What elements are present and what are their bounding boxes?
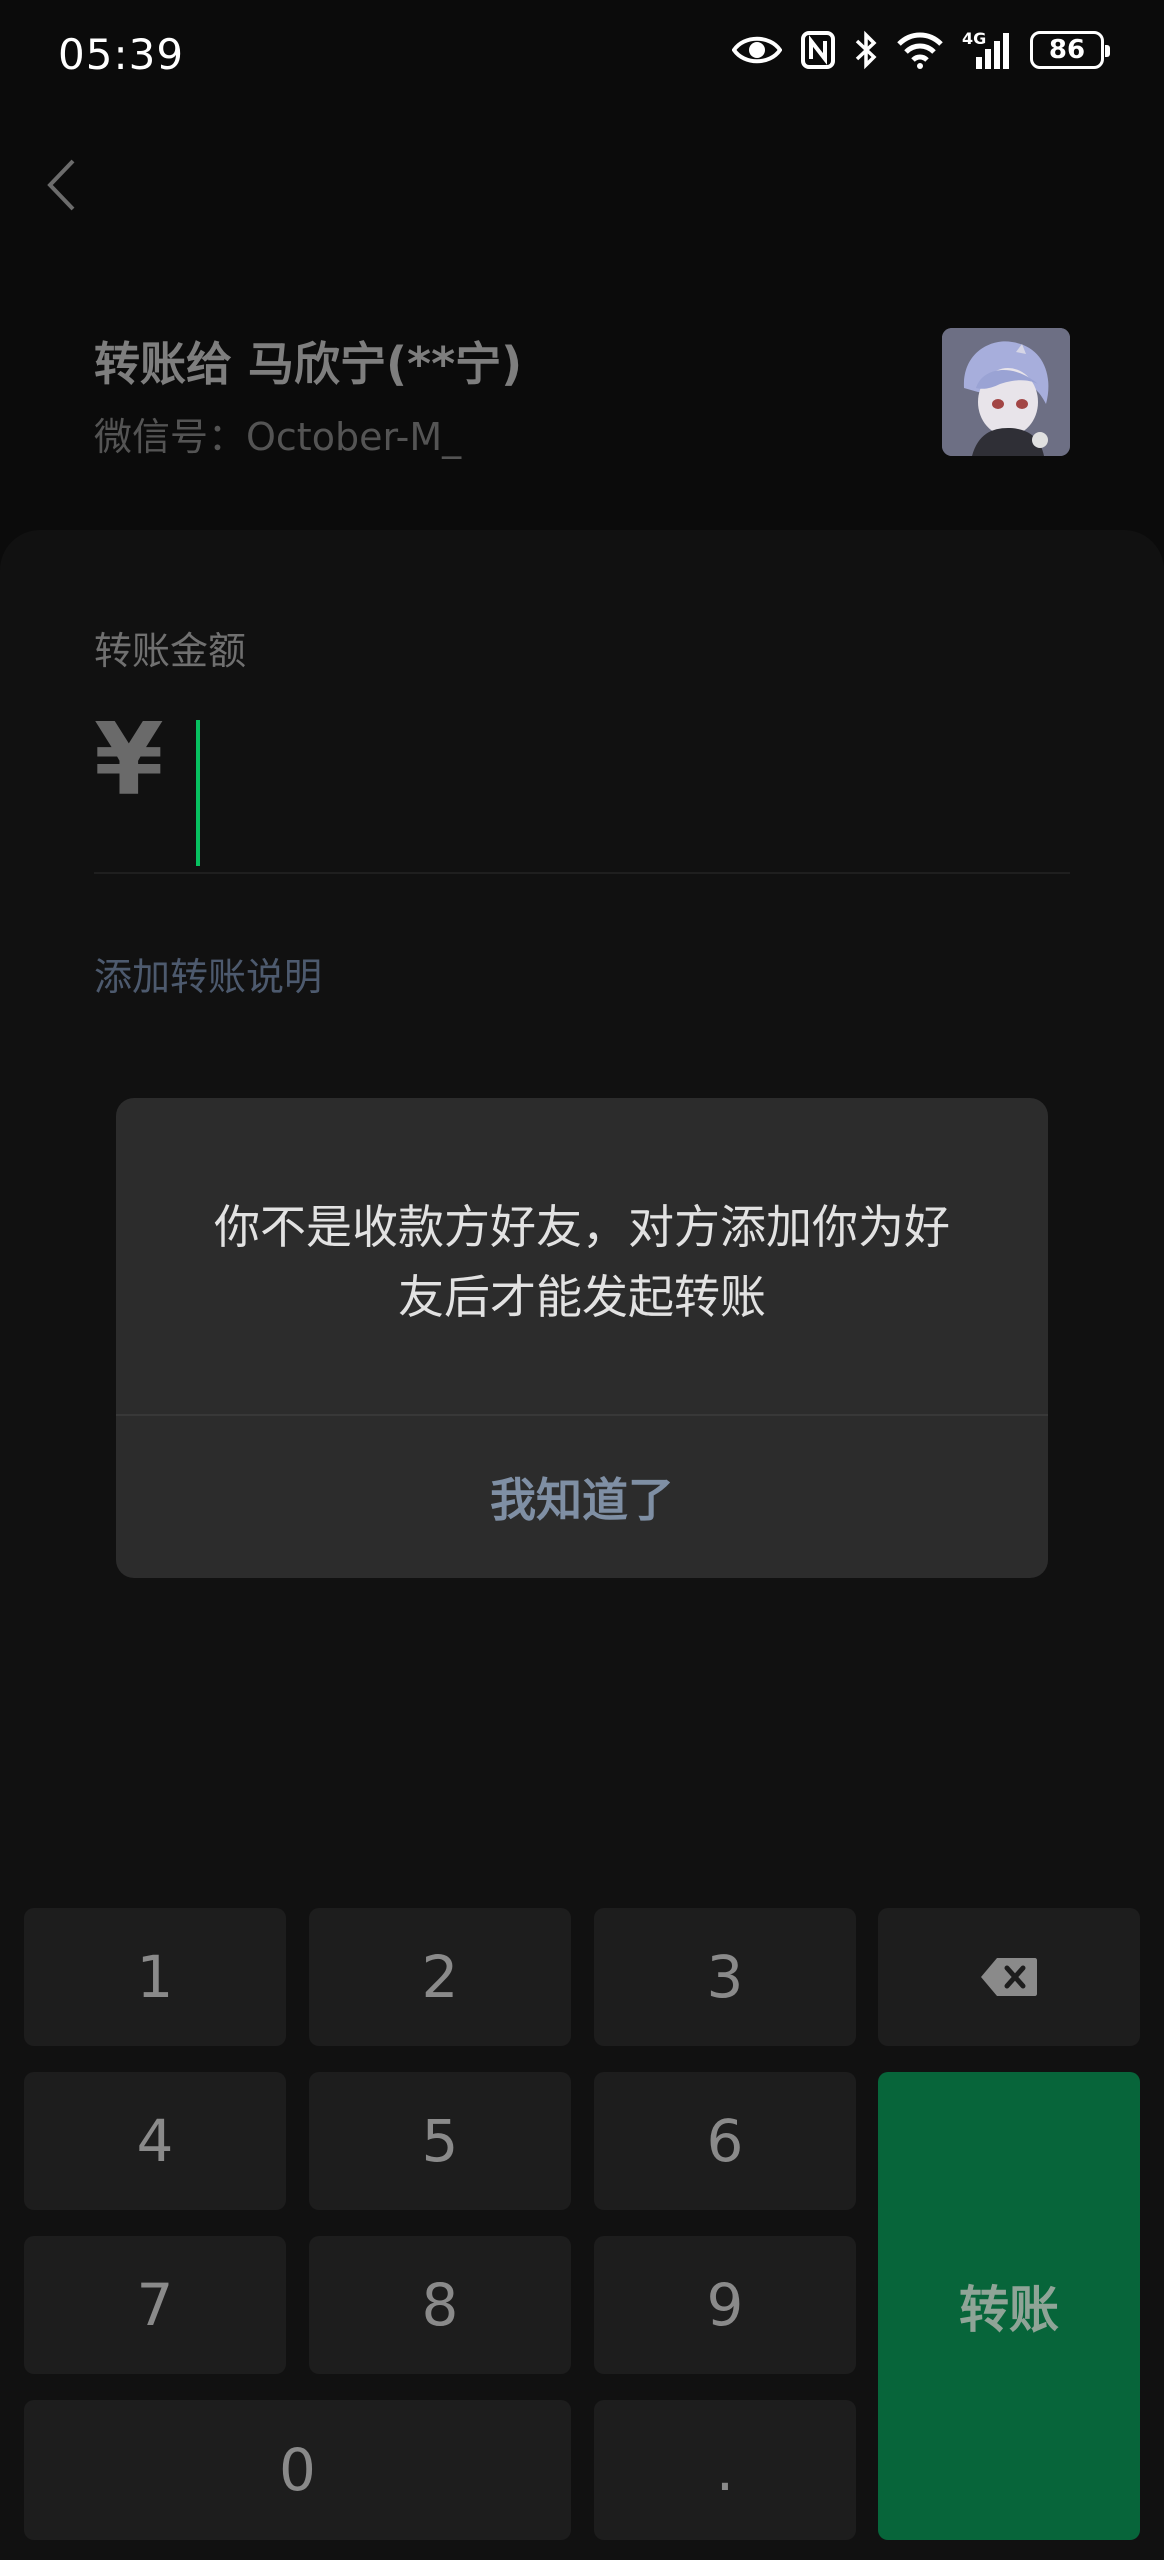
transfer-screen: 05:39 4G 86 转账给 马欣宁(**宁) 微信号：October-M_ … xyxy=(0,0,1164,2560)
chevron-left-icon xyxy=(47,159,75,211)
status-time: 05:39 xyxy=(58,30,185,79)
recipient-wechat-id: 微信号：October-M_ xyxy=(94,415,462,459)
key-7[interactable]: 7 xyxy=(24,2236,286,2374)
key-9[interactable]: 9 xyxy=(594,2236,856,2374)
key-5[interactable]: 5 xyxy=(309,2072,571,2210)
avatar xyxy=(942,328,1070,456)
eye-icon xyxy=(732,36,782,64)
transfer-button[interactable]: 转账 xyxy=(878,2072,1140,2540)
signal-icon: 4G xyxy=(962,29,1012,69)
bluetooth-icon xyxy=(855,30,877,70)
status-icons: 4G 86 xyxy=(732,29,1110,70)
amount-input[interactable] xyxy=(196,720,200,866)
key-6[interactable]: 6 xyxy=(594,2072,856,2210)
key-3[interactable]: 3 xyxy=(594,1908,856,2046)
battery-icon: 86 xyxy=(1030,31,1110,69)
back-button[interactable] xyxy=(36,150,86,220)
wifi-icon xyxy=(897,32,943,69)
dialog-confirm-button[interactable]: 我知道了 xyxy=(116,1416,1048,1578)
recipient-title: 转账给 马欣宁(**宁) xyxy=(94,337,523,391)
key-decimal[interactable]: . xyxy=(594,2400,856,2540)
key-2[interactable]: 2 xyxy=(309,1908,571,2046)
currency-symbol: ¥ xyxy=(94,701,164,818)
friend-required-dialog: 你不是收款方好友，对方添加你为好友后才能发起转账 我知道了 xyxy=(116,1098,1048,1578)
key-8[interactable]: 8 xyxy=(309,2236,571,2374)
key-1[interactable]: 1 xyxy=(24,1908,286,2046)
nfc-icon xyxy=(801,31,835,69)
amount-divider xyxy=(94,872,1070,874)
backspace-icon xyxy=(981,1958,1037,1996)
key-4[interactable]: 4 xyxy=(24,2072,286,2210)
add-note-link[interactable]: 添加转账说明 xyxy=(94,946,322,1001)
status-bar: 05:39 4G 86 xyxy=(0,0,1164,110)
key-0[interactable]: 0 xyxy=(24,2400,571,2540)
battery-level: 86 xyxy=(1048,35,1086,65)
dialog-message: 你不是收款方好友，对方添加你为好友后才能发起转账 xyxy=(214,1200,950,1324)
amount-label: 转账金额 xyxy=(94,629,247,673)
backspace-key[interactable] xyxy=(878,1908,1140,2046)
